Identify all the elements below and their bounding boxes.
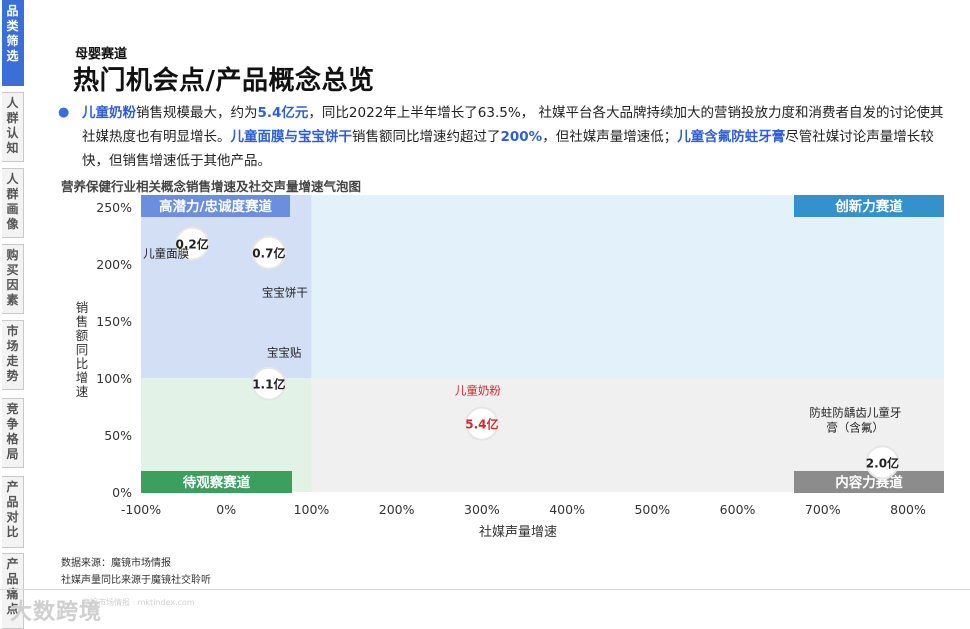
y-tick-label: 200% [96,257,132,272]
bubble-name-label: 宝宝贴 [267,346,302,360]
bubble-value-label: 1.1亿 [252,377,285,392]
bubble-name-label: 儿童面膜 [143,246,189,260]
x-tick-label: 700% [805,502,841,517]
bubble-value-label: 5.4亿 [465,417,498,432]
x-tick-label: 600% [720,502,756,517]
y-axis-title-char: 比 [76,356,89,371]
x-tick-label: -100% [121,502,161,517]
y-tick-label: 50% [104,428,132,443]
y-axis-title-char: 额 [76,328,89,343]
y-tick-label: 0% [112,485,132,500]
x-tick-label: 400% [549,502,585,517]
x-tick-label: 0% [216,502,236,517]
x-tick-label: 500% [634,502,670,517]
y-tick-label: 250% [96,200,132,215]
watermark-url: 魔镜市场情报 · mktindex.com [82,598,195,607]
quadrant-label: 内容力赛道 [835,474,903,491]
bubble-value-label: 2.0亿 [866,455,899,470]
x-axis-title: 社媒声量增速 [479,524,557,540]
y-axis-title-char: 销 [76,300,89,315]
x-tick-label: 100% [294,502,330,517]
x-tick-label: 200% [379,502,415,517]
quadrant-top-right [311,195,944,378]
y-axis-title-char: 同 [76,342,89,357]
source-note: 数据来源：魔镜市场情报 [61,558,171,569]
y-tick-label: 150% [96,314,132,329]
x-tick-label: 300% [464,502,500,517]
footer-divider [0,589,970,590]
bubble-name-label: 防蛀防龋齿儿童牙 [809,405,901,419]
x-tick-label: 800% [890,502,926,517]
bubble-value-label: 0.7亿 [252,246,285,261]
y-axis-title-char: 售 [76,314,89,329]
y-axis-title-char: 速 [76,384,89,399]
quadrant-label: 高潜力/忠诚度赛道 [159,198,272,215]
source-note-social: 社媒声量同比来源于魔镜社交聆听 [61,575,211,586]
bubble-name-label: 儿童奶粉 [455,384,501,398]
quadrant-label: 创新力赛道 [834,198,903,215]
bubble-name-label: 膏（含氟） [826,420,884,434]
bubble-chart: 高潜力/忠诚度赛道 创新力赛道待观察赛道 内容力赛道 -100% 0% 100% 200% 3… [76,195,944,540]
y-axis-title-char: 增 [76,370,89,385]
bubble-name-label: 宝宝饼干 [262,286,308,300]
y-tick-label: 100% [96,371,132,386]
quadrant-label: 待观察赛道 [183,474,251,491]
